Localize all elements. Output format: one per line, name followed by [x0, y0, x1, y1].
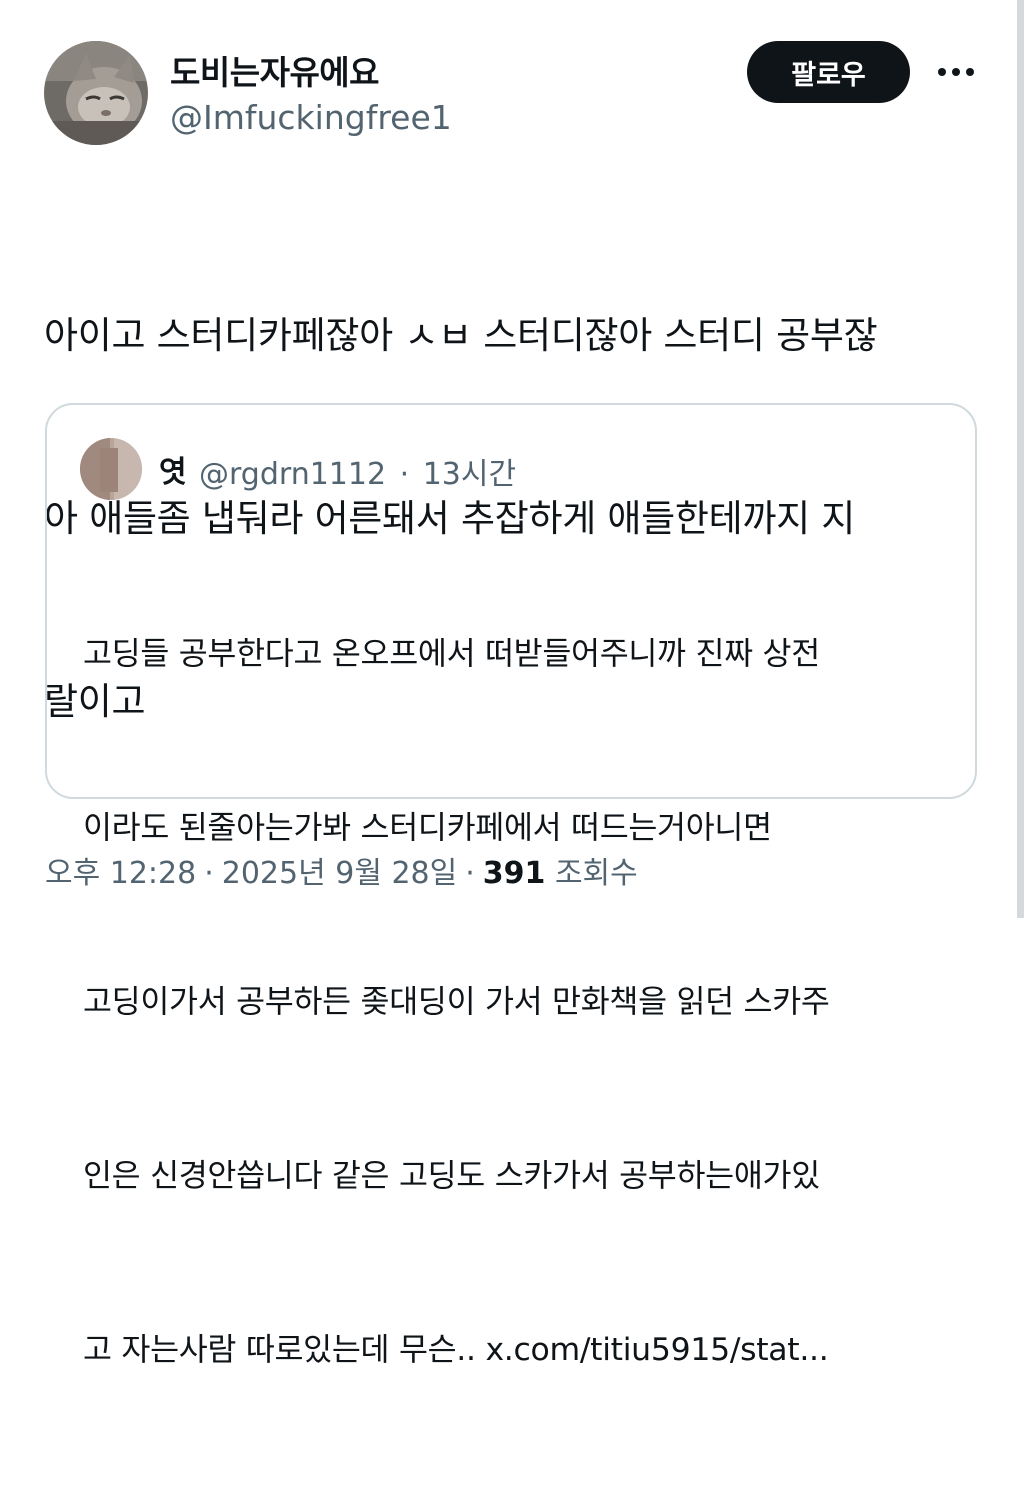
ellipsis-icon [938, 68, 974, 76]
scroll-edge [1017, 0, 1024, 918]
quoted-meta: @rgdrn1112 · 13시간 [199, 449, 520, 493]
quoted-text-line: 고딩들 공부한다고 온오프에서 떠받들어주니까 진짜 상전 [83, 636, 820, 672]
quoted-author-avatar[interactable] [80, 438, 142, 500]
follow-button[interactable]: 팔로우 [747, 41, 910, 103]
quoted-text-line: 고딩이가서 공부하든 좆대딩이 가서 만화책을 읽던 스카주 [83, 984, 830, 1020]
quoted-tweet-card[interactable]: 엿 @rgdrn1112 · 13시간 고딩들 공부한다고 온오프에서 떠받들어… [45, 403, 977, 1368]
avatar-image-icon [80, 438, 142, 500]
tweet-text-line: 아이고 스터디카페잖아 ㅅㅂ 스터디잖아 스터디 공부잖 [44, 314, 878, 357]
author-avatar[interactable] [44, 41, 148, 145]
author-handle[interactable]: @Imfuckingfree1 [170, 98, 452, 137]
quoted-text-line: 고 자는사람 따로있는데 무슨.. x.com/titiu5915/stat..… [83, 1332, 829, 1368]
meta-separator: · [465, 856, 475, 891]
more-options-button[interactable] [935, 60, 977, 84]
quoted-text-line: 인은 신경안씁니다 같은 고딩도 스카가서 공부하는애가있 [83, 1158, 820, 1194]
quoted-tweet-text: 고딩들 공부한다고 온오프에서 떠받들어주니까 진짜 상전 이라도 된줄아는가봐… [83, 509, 963, 1495]
cat-avatar-icon [44, 41, 148, 145]
meta-separator: · [399, 457, 410, 492]
quoted-time[interactable]: 13시간 [423, 457, 516, 492]
author-display-name[interactable]: 도비는자유에요 [170, 46, 380, 94]
post-date[interactable]: 2025년 9월 28일 [222, 856, 457, 891]
tweet-metadata: 오후 12:28 · 2025년 9월 28일 · 391 조회수 [45, 848, 638, 892]
quoted-author-handle[interactable]: @rgdrn1112 [199, 457, 386, 492]
views-label: 조회수 [554, 856, 638, 891]
quoted-author-name[interactable]: 엿 [159, 447, 187, 491]
meta-separator: · [204, 856, 214, 891]
post-time[interactable]: 오후 12:28 [45, 856, 196, 891]
views-count: 391 [482, 856, 546, 891]
